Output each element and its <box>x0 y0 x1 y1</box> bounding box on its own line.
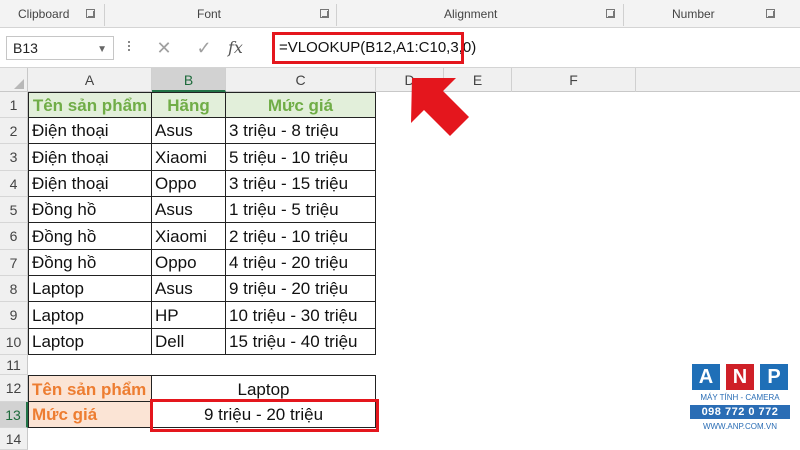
ribbon-group-bar: Clipboard Font Alignment Number <box>0 0 800 28</box>
row-header-3[interactable]: 3 <box>0 144 28 171</box>
cell-c4[interactable]: 3 triệu - 15 triệu <box>226 171 376 197</box>
cell-c6[interactable]: 2 triệu - 10 triệu <box>226 223 376 250</box>
column-header-f[interactable]: F <box>512 68 636 92</box>
cell-c2[interactable]: 3 triệu - 8 triệu <box>226 118 376 144</box>
cell-c5[interactable]: 1 triệu - 5 triệu <box>226 197 376 223</box>
cell-a2[interactable]: Điện thoại <box>28 118 152 144</box>
column-header-b[interactable]: B <box>152 68 226 92</box>
cell-b8[interactable]: Asus <box>152 276 226 302</box>
cell-b4[interactable]: Oppo <box>152 171 226 197</box>
column-header-a[interactable]: A <box>28 68 152 92</box>
name-box-value: B13 <box>13 40 38 56</box>
dialog-launcher-icon[interactable] <box>86 9 95 18</box>
ribbon-group-label: Alignment <box>444 7 498 21</box>
cell-a13[interactable]: Mức giá <box>28 402 152 428</box>
anp-letter-a: A <box>692 364 720 390</box>
anp-site: WWW.ANP.COM.VN <box>702 422 778 431</box>
cell-a8[interactable]: Laptop <box>28 276 152 302</box>
ribbon-group-label: Clipboard <box>18 7 70 21</box>
name-box[interactable]: B13 ▼ <box>6 36 114 60</box>
cell-c3[interactable]: 5 triệu - 10 triệu <box>226 144 376 171</box>
formula-bar: B13 ▼ ✕ ✓ fx =VLOOKUP(B12,A1:C10,3,0) <box>0 28 800 68</box>
row-header-13[interactable]: 13 <box>0 402 28 428</box>
select-all-button[interactable] <box>0 68 28 92</box>
cell-a7[interactable]: Đồng hồ <box>28 250 152 276</box>
row-header-1[interactable]: 1 <box>0 92 28 118</box>
anp-subtitle: MÁY TÍNH - CAMERA <box>700 393 780 402</box>
row-header-12[interactable]: 12 <box>0 375 28 402</box>
row-header-14[interactable]: 14 <box>0 428 28 450</box>
cell-b3[interactable]: Xiaomi <box>152 144 226 171</box>
dialog-launcher-icon[interactable] <box>320 9 329 18</box>
result-highlight-box <box>150 399 379 432</box>
drag-handle-icon[interactable] <box>128 39 132 57</box>
dialog-launcher-icon[interactable] <box>606 9 615 18</box>
row-header-8[interactable]: 8 <box>0 276 28 302</box>
row-header-11[interactable]: 11 <box>0 355 28 375</box>
chevron-down-icon[interactable]: ▼ <box>97 39 107 61</box>
cell-a12[interactable]: Tên sản phẩm <box>28 375 152 402</box>
row-header-9[interactable]: 9 <box>0 302 28 329</box>
cell-c8[interactable]: 9 triệu - 20 triệu <box>226 276 376 302</box>
cell-b10[interactable]: Dell <box>152 329 226 355</box>
ribbon-separator <box>336 4 337 26</box>
close-icon[interactable]: ✕ <box>152 36 176 60</box>
cell-a5[interactable]: Đồng hồ <box>28 197 152 223</box>
column-header-c[interactable]: C <box>226 68 376 92</box>
cell-a3[interactable]: Điện thoại <box>28 144 152 171</box>
insert-function-button[interactable]: fx <box>228 36 243 60</box>
cell-b2[interactable]: Asus <box>152 118 226 144</box>
cell-b6[interactable]: Xiaomi <box>152 223 226 250</box>
cell-c9[interactable]: 10 triệu - 30 triệu <box>226 302 376 329</box>
annotation-arrow-icon <box>411 78 469 136</box>
anp-watermark-logo: A N P MÁY TÍNH - CAMERA 098 772 0 772 WW… <box>690 364 790 444</box>
cell-c1[interactable]: Mức giá <box>226 92 376 118</box>
column-header-blank <box>636 68 800 92</box>
cell-a4[interactable]: Điện thoại <box>28 171 152 197</box>
cell-b12[interactable]: Laptop <box>152 375 376 402</box>
check-icon[interactable]: ✓ <box>192 36 216 60</box>
cell-a6[interactable]: Đồng hồ <box>28 223 152 250</box>
row-header-4[interactable]: 4 <box>0 171 28 197</box>
cell-c10[interactable]: 15 triệu - 40 triệu <box>226 329 376 355</box>
cell-c7[interactable]: 4 triệu - 20 triệu <box>226 250 376 276</box>
anp-letter-n: N <box>726 364 754 390</box>
formula-highlight-box <box>272 32 464 64</box>
cell-b7[interactable]: Oppo <box>152 250 226 276</box>
row-header-7[interactable]: 7 <box>0 250 28 276</box>
anp-letter-p: P <box>760 364 788 390</box>
ribbon-separator <box>104 4 105 26</box>
row-header-10[interactable]: 10 <box>0 329 28 355</box>
ribbon-group-label: Font <box>197 7 222 21</box>
row-header-2[interactable]: 2 <box>0 118 28 144</box>
anp-phone: 098 772 0 772 <box>690 405 790 419</box>
cell-b1[interactable]: Hãng <box>152 92 226 118</box>
cell-b9[interactable]: HP <box>152 302 226 329</box>
ribbon-separator <box>623 4 624 26</box>
dialog-launcher-icon[interactable] <box>766 9 775 18</box>
cell-a10[interactable]: Laptop <box>28 329 152 355</box>
cell-a1[interactable]: Tên sản phẩm <box>28 92 152 118</box>
row-header-6[interactable]: 6 <box>0 223 28 250</box>
cell-a9[interactable]: Laptop <box>28 302 152 329</box>
cell-b5[interactable]: Asus <box>152 197 226 223</box>
row-header-5[interactable]: 5 <box>0 197 28 223</box>
ribbon-group-label: Number <box>672 7 715 21</box>
